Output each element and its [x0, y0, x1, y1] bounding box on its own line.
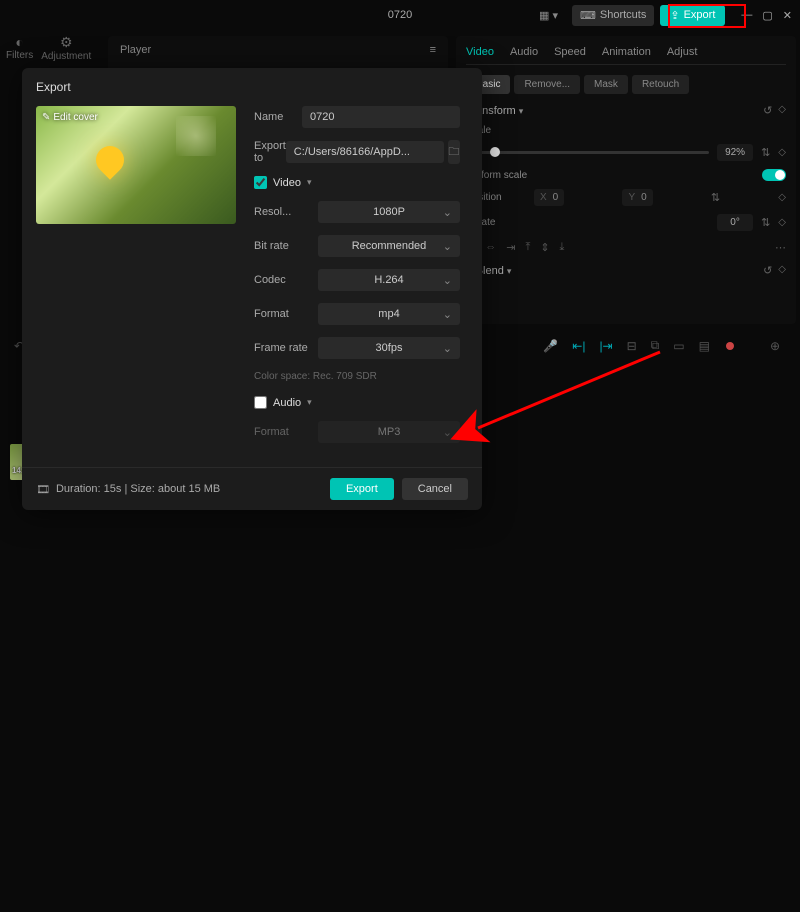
layers-icon[interactable]: ▤: [699, 339, 710, 353]
chevron-down-icon: ▾: [307, 397, 312, 408]
video-checkbox[interactable]: [254, 176, 267, 189]
stepper-rot-icon[interactable]: ⇅: [761, 216, 770, 229]
scale-slider[interactable]: [466, 151, 709, 154]
tab-animation[interactable]: Animation: [602, 46, 651, 58]
record-icon[interactable]: [726, 342, 734, 350]
export-icon: ⇪: [670, 9, 679, 22]
keyboard-icon: ⌨: [580, 9, 596, 22]
player-title: Player: [120, 44, 151, 56]
keyframe-rot-icon[interactable]: ◇: [778, 217, 786, 228]
shortcuts-button[interactable]: ⌨ Shortcuts: [572, 5, 654, 26]
subtab-remove[interactable]: Remove...: [514, 75, 580, 94]
exportto-input[interactable]: [286, 141, 444, 163]
mic-icon[interactable]: 🎤: [543, 339, 558, 353]
link-icon[interactable]: ⧉: [651, 338, 660, 353]
name-label: Name: [254, 111, 302, 123]
footer-info: Duration: 15s | Size: about 15 MB: [56, 483, 220, 495]
zoom-icon[interactable]: ⊕: [770, 339, 780, 353]
display-icon[interactable]: ▭: [673, 339, 684, 353]
pencil-icon: ✎: [42, 112, 50, 123]
subtab-mask[interactable]: Mask: [584, 75, 628, 94]
bitrate-select[interactable]: Recommended: [318, 235, 460, 257]
chevron-down-icon: ▾: [519, 106, 524, 116]
audio-format-select: MP3: [318, 421, 460, 443]
keyframe-pos-icon[interactable]: ◇: [778, 192, 786, 203]
chevron-down-icon: ▾: [507, 266, 512, 276]
player-menu-icon[interactable]: ≡: [430, 44, 436, 56]
uniform-label: Uniform scale: [466, 170, 754, 181]
scale-value[interactable]: 92%: [717, 144, 753, 161]
export-button-top[interactable]: ⇪ Export: [660, 5, 725, 26]
rotate-value[interactable]: 0°: [717, 214, 753, 231]
adjustment-icon: ⚙: [41, 34, 91, 51]
stepper-pos-icon[interactable]: ⇅: [711, 191, 720, 204]
codec-label: Codec: [254, 274, 318, 286]
keyframe-scale-icon[interactable]: ◇: [778, 147, 786, 158]
align-top-icon[interactable]: ⤒: [525, 241, 530, 254]
format-select[interactable]: mp4: [318, 303, 460, 325]
video-section-toggle[interactable]: Video ▾: [254, 176, 460, 189]
maximize-icon[interactable]: ▢: [762, 9, 772, 22]
tab-speed[interactable]: Speed: [554, 46, 586, 58]
tab-audio[interactable]: Audio: [510, 46, 538, 58]
tab-video[interactable]: Video: [466, 46, 494, 58]
colorspace-info: Color space: Rec. 709 SDR: [254, 371, 460, 382]
align-right-icon[interactable]: ⇥: [506, 241, 515, 254]
audio-checkbox[interactable]: [254, 396, 267, 409]
position-y[interactable]: Y0: [622, 189, 652, 206]
browse-folder-button[interactable]: 🗀: [448, 140, 460, 164]
cover-preview: ✎ Edit cover: [36, 106, 236, 224]
keyframe-blend-icon[interactable]: ◇: [778, 264, 786, 277]
filters-tool[interactable]: ◐Filters: [6, 34, 33, 62]
reset-blend-icon[interactable]: ↺: [763, 264, 772, 277]
cancel-button[interactable]: Cancel: [402, 478, 468, 500]
tab-adjust[interactable]: Adjust: [667, 46, 698, 58]
stepper-icon[interactable]: ⇅: [761, 146, 770, 159]
subtab-retouch[interactable]: Retouch: [632, 75, 689, 94]
cut-right-icon[interactable]: |⇥: [599, 339, 612, 353]
minimize-icon[interactable]: —: [741, 9, 752, 22]
close-icon[interactable]: ✕: [783, 9, 792, 22]
more-align-icon[interactable]: ⋯: [775, 241, 786, 254]
export-label: Export: [684, 9, 716, 21]
filters-icon: ◐: [6, 34, 33, 50]
edit-cover-button[interactable]: ✎ Edit cover: [42, 112, 98, 123]
format-label: Format: [254, 308, 318, 320]
resolution-select[interactable]: 1080P: [318, 201, 460, 223]
align-bottom-icon[interactable]: ⤓: [560, 241, 565, 254]
align-hcenter-icon[interactable]: ⇔: [485, 241, 496, 254]
reset-icon[interactable]: ↺: [763, 104, 772, 117]
audio-format-label: Format: [254, 426, 318, 438]
export-dialog: Export ✎ Edit cover Name Export to 🗀: [22, 68, 482, 510]
project-title: 0720: [388, 9, 412, 21]
framerate-select[interactable]: 30fps: [318, 337, 460, 359]
film-icon: 🎞: [36, 483, 50, 496]
position-x[interactable]: X0: [534, 189, 564, 206]
chevron-down-icon: ▾: [307, 177, 312, 188]
layout-icon[interactable]: ▦ ▾: [539, 9, 558, 22]
name-input[interactable]: [302, 106, 460, 128]
shortcuts-label: Shortcuts: [600, 9, 646, 21]
folder-icon: 🗀: [448, 143, 459, 162]
adjustment-tool[interactable]: ⚙Adjustment: [41, 34, 91, 62]
split-icon[interactable]: ⊟: [627, 339, 637, 353]
codec-select[interactable]: H.264: [318, 269, 460, 291]
framerate-label: Frame rate: [254, 342, 318, 354]
dialog-title: Export: [22, 68, 482, 106]
resolution-label: Resol...: [254, 206, 318, 218]
audio-section-toggle[interactable]: Audio ▾: [254, 396, 460, 409]
exportto-label: Export to: [254, 140, 286, 164]
align-vcenter-icon[interactable]: ⇕: [540, 241, 549, 254]
export-confirm-button[interactable]: Export: [330, 478, 394, 500]
keyframe-icon[interactable]: ◇: [778, 104, 786, 117]
bitrate-label: Bit rate: [254, 240, 318, 252]
cut-left-icon[interactable]: ⇤|: [572, 339, 585, 353]
uniform-toggle[interactable]: [762, 169, 786, 181]
